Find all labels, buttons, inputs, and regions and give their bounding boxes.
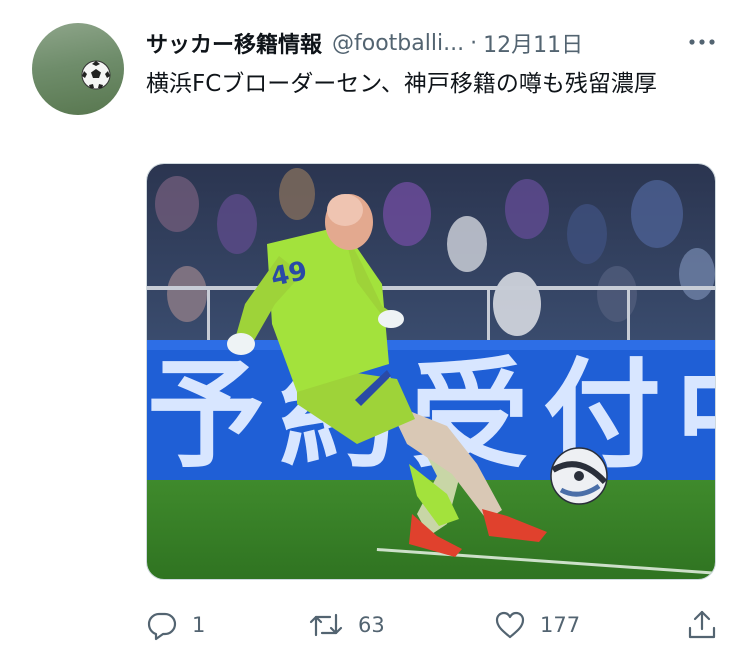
tweet-text: 横浜FCブローダーセン、神戸移籍の噂も残留濃厚: [146, 71, 657, 97]
like-button[interactable]: 177: [494, 603, 580, 647]
avatar[interactable]: [32, 23, 124, 115]
goalkeeper-photo: 予約受付中: [147, 164, 715, 579]
reply-button[interactable]: 1: [146, 603, 205, 647]
share-button[interactable]: [686, 603, 718, 647]
tweet-actions: 1 63 177: [146, 603, 721, 647]
separator: ·: [470, 30, 478, 56]
reply-count: 1: [192, 613, 206, 637]
more-options-button[interactable]: [687, 30, 717, 54]
soccer-ball-icon: [81, 60, 111, 90]
reply-icon: [146, 609, 178, 641]
retweet-count: 63: [358, 613, 385, 637]
retweet-button[interactable]: 63: [308, 603, 385, 647]
like-count: 177: [540, 613, 581, 637]
tweet-header: サッカー移籍情報 @footballi... · 12月11日: [146, 24, 726, 62]
more-horizontal-icon: [689, 39, 715, 45]
author-name[interactable]: サッカー移籍情報: [146, 27, 322, 59]
heart-icon: [494, 609, 526, 641]
timestamp[interactable]: 12月11日: [483, 27, 583, 59]
tweet-photo[interactable]: 予約受付中: [146, 163, 716, 580]
share-icon: [686, 609, 718, 641]
match-ball: [550, 447, 608, 505]
tweet-card[interactable]: サッカー移籍情報 @footballi... · 12月11日 横浜FCブローダ…: [0, 0, 750, 672]
retweet-icon: [308, 609, 344, 641]
author-handle[interactable]: @footballi...: [332, 31, 464, 56]
